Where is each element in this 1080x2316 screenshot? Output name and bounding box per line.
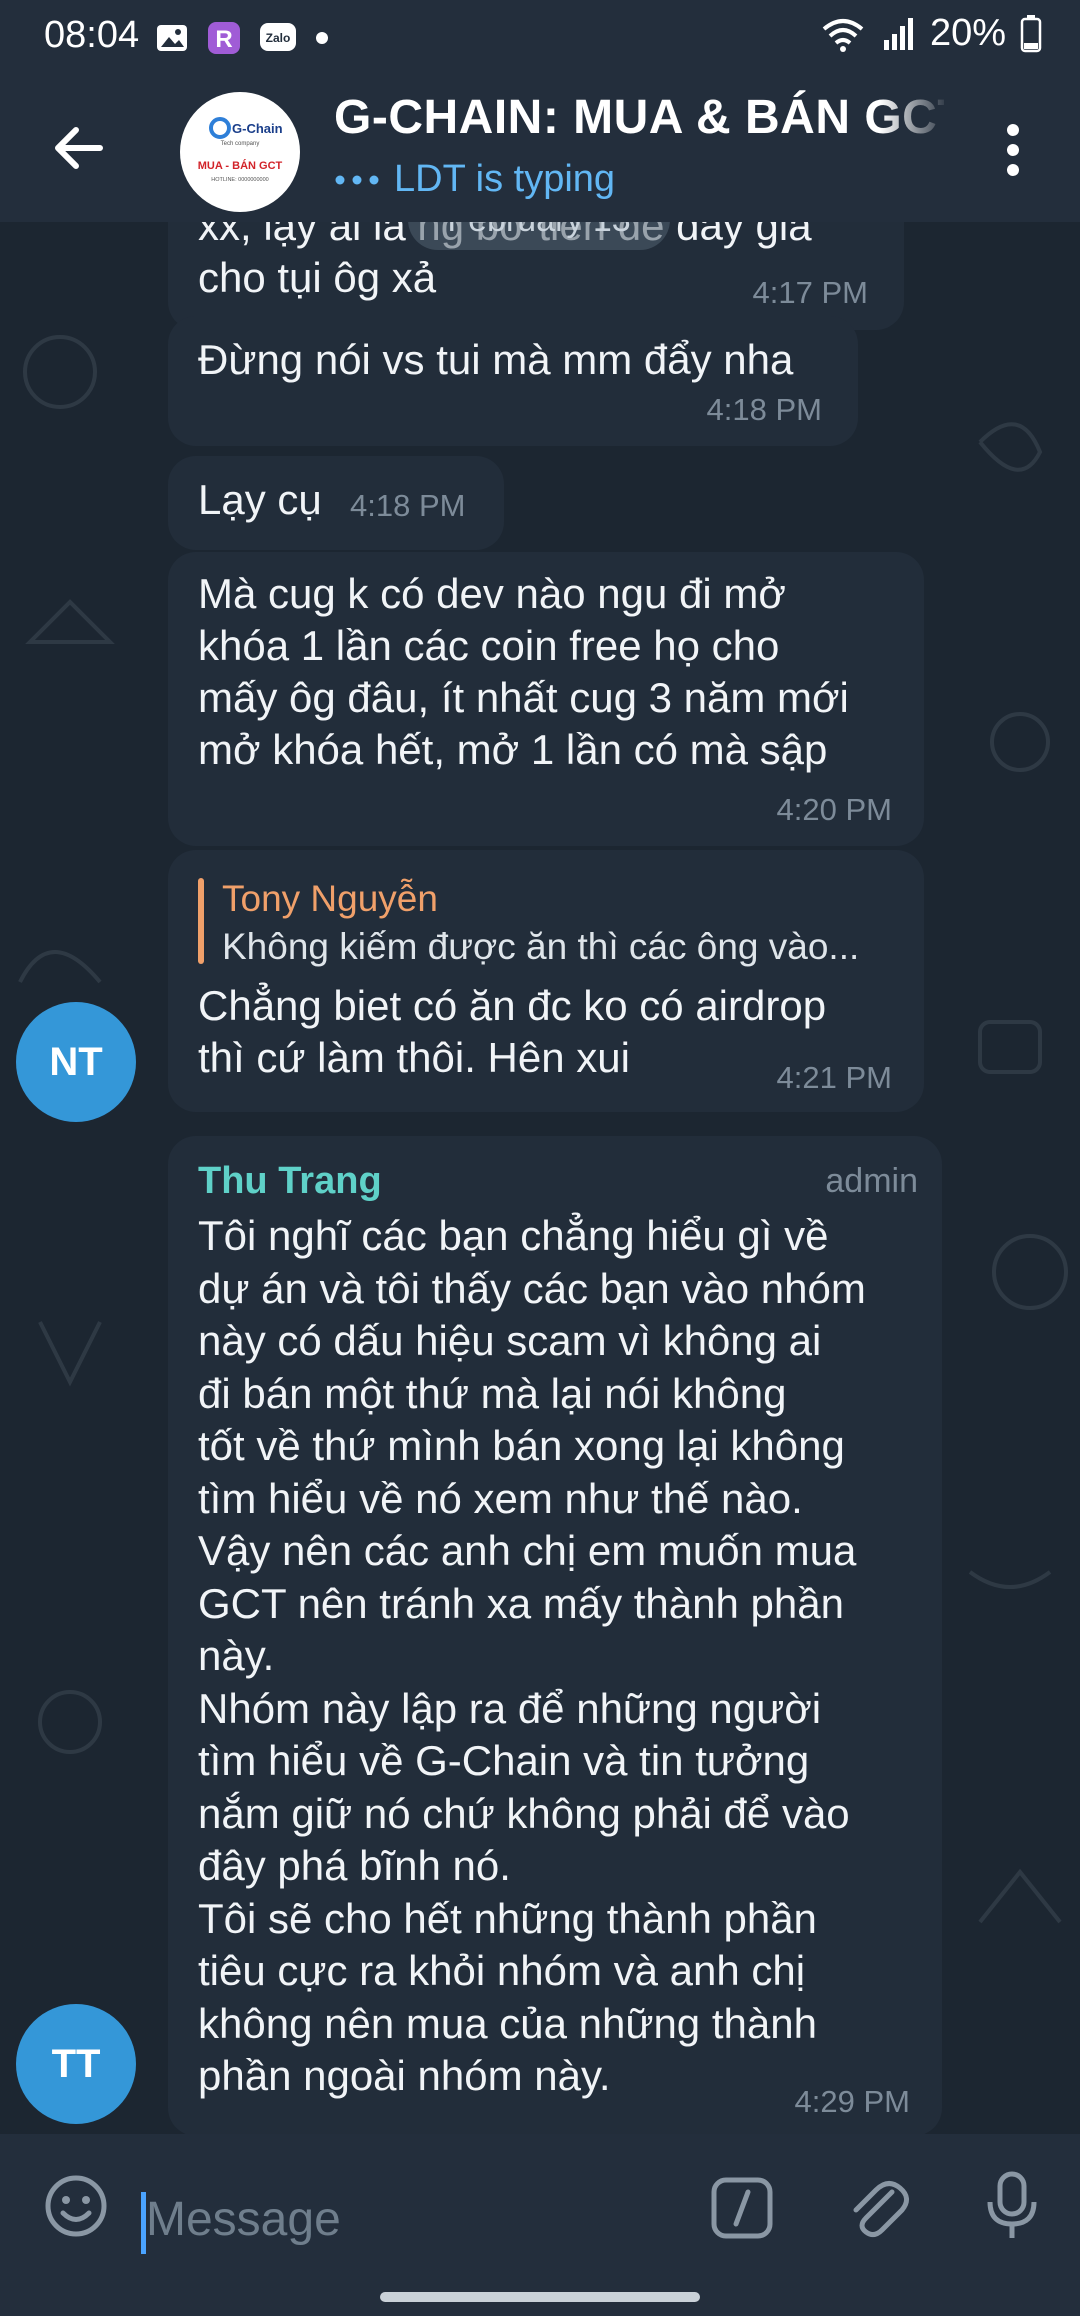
message-bubble-4[interactable]: Mà cug k có dev nào ngu đi mở khóa 1 lần… (168, 552, 924, 846)
typing-status: LDT is typing (334, 158, 615, 201)
reply-bar (198, 878, 204, 964)
bot-commands-icon[interactable] (710, 2176, 774, 2240)
reply-snippet: Không kiếm được ăn thì các ông vào... (222, 926, 860, 967)
message-line: mở khóa hết, mở 1 lần có mà sập (198, 726, 828, 773)
status-bar: 08:04 R Zalo 20% (0, 0, 1080, 76)
status-right: 20% (820, 12, 1042, 55)
home-indicator[interactable] (380, 2292, 700, 2302)
message-time: 4:18 PM (706, 392, 822, 427)
logo-banner: MUA - BÁN GCT (198, 159, 283, 172)
message-line: này có dấu hiệu scam vì không ai (198, 1317, 822, 1364)
emoji-icon[interactable] (44, 2174, 108, 2238)
admin-badge: admin (825, 1162, 918, 1200)
message-line: Vậy nên các anh chị em muốn mua (198, 1527, 857, 1574)
chat-header: G-Chain Tech company MUA - BÁN GCT HOTLI… (0, 76, 1080, 222)
title-fade (880, 90, 950, 160)
message-time: 4:21 PM (776, 1060, 892, 1095)
message-line: tìm hiểu về G-Chain và tin tưởng (198, 1737, 810, 1784)
message-time: 4:29 PM (794, 2084, 910, 2119)
message-line: phần ngoài nhóm này. (198, 2052, 611, 2099)
group-avatar[interactable]: G-Chain Tech company MUA - BÁN GCT HOTLI… (180, 92, 300, 212)
logo-tagline: Tech company (221, 141, 260, 147)
message-line: Nhóm này lập ra để những người (198, 1684, 822, 1732)
svg-text:R: R (215, 26, 232, 53)
message-bubble-5[interactable]: Tony Nguyễn Không kiếm được ăn thì các ô… (168, 850, 924, 1112)
r-app-icon: R (208, 22, 240, 54)
gchain-logo-icon: G-Chain Tech company MUA - BÁN GCT HOTLI… (198, 117, 283, 183)
message-body: Tôi nghĩ các bạn chẳng hiểu gì về dự án v… (198, 1210, 866, 2103)
zalo-icon: Zalo (260, 23, 296, 51)
message-line: này. (198, 1632, 275, 1679)
message-line: thì cứ làm thôi. Hên xui (198, 1034, 630, 1081)
more-vert-icon[interactable] (998, 120, 1028, 180)
date-pill: February 13 (408, 222, 670, 250)
wifi-icon (822, 18, 864, 52)
attach-icon[interactable] (846, 2172, 910, 2242)
message-line: tiêu cực ra khỏi nhóm và anh chị (198, 1947, 806, 1994)
message-line: khóa 1 lần các coin free họ cho (198, 622, 780, 669)
logo-hotline: HOTLINE: 0000000000 (211, 177, 268, 183)
message-text: Lạy cụ (198, 476, 322, 523)
message-time: 4:18 PM (350, 488, 466, 523)
dot-icon (316, 32, 328, 44)
avatar[interactable]: TT (16, 2004, 136, 2124)
notification-icons: R Zalo (154, 20, 330, 56)
message-line: GCT nên tránh xa mấy thành phần (198, 1579, 844, 1627)
gallery-icon (157, 25, 187, 51)
message-line: không nên mua của những thành (198, 1999, 817, 2047)
mic-icon[interactable] (984, 2170, 1040, 2242)
message-line: mấy ôg đâu, ít nhất cug 3 năm mới (198, 674, 849, 721)
message-line: Mà cug k có dev nào ngu đi mở (198, 570, 786, 617)
reply-quote[interactable]: Tony Nguyễn Không kiếm được ăn thì các ô… (198, 878, 898, 968)
typing-text: LDT is typing (394, 158, 616, 200)
message-bubble-3[interactable]: Lạy cụ 4:18 PM (168, 456, 504, 550)
message-bubble-2[interactable]: Đừng nói vs tui mà mm đẩy nha 4:18 PM (168, 316, 858, 446)
typing-dots-icon (335, 175, 379, 184)
message-line: tốt về thứ mình bán xong lại không (198, 1422, 845, 1469)
sender-name[interactable]: Thu Trang (198, 1160, 382, 1203)
signal-icon (883, 17, 913, 50)
svg-text:Zalo: Zalo (266, 31, 291, 45)
message-line: Tôi sẽ cho hết những thành phần (198, 1894, 817, 1942)
message-time: 4:20 PM (776, 792, 892, 827)
message-line: Tôi nghĩ các bạn chẳng hiểu gì về (198, 1212, 829, 1259)
battery-icon (1020, 14, 1042, 52)
message-line: đi bán một thứ mà lại nói không (198, 1369, 787, 1417)
avatar[interactable]: NT (16, 1002, 136, 1122)
message-text: cho tụi ôg xả (198, 254, 437, 301)
reply-author: Tony Nguyễn (222, 878, 438, 919)
message-line: đây phá bĩnh nó. (198, 1842, 511, 1889)
back-arrow-icon[interactable] (48, 118, 108, 178)
message-input[interactable]: Message (146, 2192, 341, 2247)
message-bubble-6[interactable]: Thu Trang admin Tôi nghĩ các bạn chẳng h… (168, 1136, 942, 2134)
chat-title[interactable]: G-CHAIN: MUA & BÁN GCT (334, 90, 944, 145)
message-line: tìm hiểu về nó xem như thế nào. (198, 1474, 803, 1522)
message-line: nắm giữ nó chứ không phải để vào (198, 1789, 850, 1837)
message-text: Đừng nói vs tui mà mm đẩy nha (198, 336, 794, 383)
chat-history[interactable]: xx, lạy ai là ng bơ tiền đè đẩy giá cho … (0, 222, 1080, 2134)
status-time: 08:04 (44, 14, 140, 56)
message-line: dự án và tôi thấy các bạn vào nhóm (198, 1264, 866, 1312)
logo-brand: G-Chain (232, 121, 283, 136)
message-time: 4:17 PM (752, 275, 868, 310)
message-input-bar: Message (0, 2134, 1080, 2316)
battery-percent: 20% (929, 12, 1006, 54)
message-line: Chẳng biet có ăn đc ko có airdrop (198, 982, 827, 1029)
